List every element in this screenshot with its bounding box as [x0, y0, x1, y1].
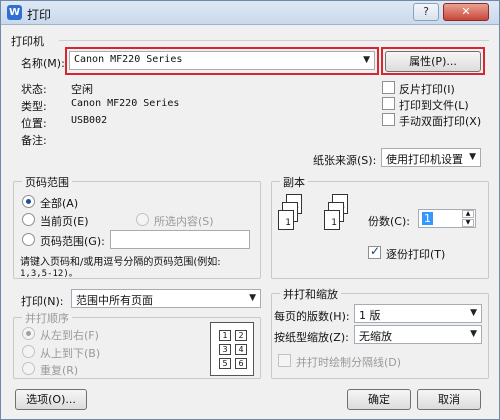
all-pages-label: 全部(A)	[40, 197, 79, 210]
location-value: USB002	[71, 115, 108, 126]
order-cell: 2	[235, 330, 247, 341]
copies-count-value: 1	[422, 212, 433, 225]
selection-radio[interactable]	[136, 213, 149, 226]
page-range-input[interactable]	[110, 230, 250, 249]
options-button[interactable]: 选项(O)...	[15, 389, 87, 410]
close-button[interactable]: ✕	[443, 3, 489, 21]
help-button[interactable]: ?	[413, 3, 439, 21]
page-range-hint-line2: 1,3,5-12)。	[20, 269, 78, 279]
manual-duplex-checkbox[interactable]	[382, 113, 395, 126]
chevron-down-icon: ▼	[469, 152, 476, 162]
zoom-title: 并打和缩放	[280, 286, 341, 302]
print-order-group: 并打顺序 从左到右(F) 从上到下(B) 重复(R) 1 2 3 4 5 6	[13, 310, 261, 379]
close-icon: ✕	[461, 5, 471, 18]
pages-per-sheet-select[interactable]: 1 版 ▼	[354, 304, 482, 323]
repeat-radio[interactable]	[22, 362, 35, 375]
copies-group: 副本 3 2 1 3 2 1 份数(C): 1 ▲ ▼ 逐份打印(T)	[271, 174, 489, 279]
reverse-print-label: 反片打印(I)	[399, 83, 455, 96]
order-cell: 6	[235, 358, 247, 369]
scale-select[interactable]: 无缩放 ▼	[354, 325, 482, 344]
print-order-preview: 1 2 3 4 5 6	[210, 322, 254, 376]
page-range-title: 页码范围	[22, 174, 72, 190]
manual-duplex-label: 手动双面打印(X)	[399, 115, 482, 128]
top-to-bottom-label: 从上到下(B)	[40, 347, 101, 360]
order-cell: 4	[235, 344, 247, 355]
order-cell: 3	[219, 344, 231, 355]
window-title: 打印	[27, 8, 52, 22]
draw-lines-checkbox[interactable]	[278, 354, 291, 367]
print-to-file-checkbox[interactable]	[382, 97, 395, 110]
selection-label: 所选内容(S)	[154, 215, 214, 228]
chevron-down-icon: ▼	[249, 293, 256, 303]
left-to-right-label: 从左到右(F)	[40, 329, 99, 342]
collate-page-icon: 1	[324, 210, 340, 230]
question-icon: ?	[423, 5, 429, 18]
paper-source-value: 使用打印机设置	[386, 153, 463, 166]
ok-button[interactable]: 确定	[347, 389, 411, 410]
status-value: 空闲	[71, 83, 93, 96]
collate-page-icon: 1	[278, 210, 294, 230]
highlight-box-properties	[381, 47, 485, 75]
spin-up-icon[interactable]: ▲	[462, 210, 474, 218]
page-range-radio[interactable]	[22, 233, 35, 246]
print-what-select[interactable]: 范围中所有页面 ▼	[71, 289, 261, 308]
comment-label: 备注:	[21, 134, 47, 147]
paper-source-select[interactable]: 使用打印机设置 ▼	[381, 148, 481, 167]
copies-count-spinner[interactable]: 1 ▲ ▼	[418, 209, 476, 228]
current-page-radio[interactable]	[22, 213, 35, 226]
all-pages-radio[interactable]	[22, 195, 35, 208]
status-label: 状态:	[21, 83, 47, 96]
chevron-down-icon: ▼	[470, 308, 477, 318]
printer-section-title: 打印机	[11, 35, 44, 48]
wps-app-icon: W	[7, 5, 22, 20]
print-to-file-label: 打印到文件(L)	[399, 99, 469, 112]
collate-label: 逐份打印(T)	[386, 248, 446, 261]
scale-label: 按纸型缩放(Z):	[274, 331, 349, 344]
copies-title: 副本	[280, 174, 308, 190]
spin-down-icon[interactable]: ▼	[462, 219, 474, 227]
printer-section-divider	[59, 40, 489, 41]
chevron-down-icon: ▼	[470, 329, 477, 339]
printer-name-label: 名称(M):	[21, 57, 65, 70]
order-cell: 1	[219, 330, 231, 341]
print-what-label: 打印(N):	[21, 295, 64, 308]
cancel-button[interactable]: 取消	[417, 389, 481, 410]
page-range-label: 页码范围(G):	[40, 235, 105, 248]
pages-per-sheet-value: 1 版	[359, 309, 381, 322]
print-dialog: W 打印 ? ✕ 打印机 名称(M): Canon MF220 Series ▼…	[0, 0, 500, 420]
scale-value: 无缩放	[359, 330, 392, 343]
copies-count-label: 份数(C):	[368, 215, 410, 228]
paper-source-label: 纸张来源(S):	[313, 154, 377, 167]
location-label: 位置:	[21, 117, 47, 130]
order-cell: 5	[219, 358, 231, 369]
top-to-bottom-radio[interactable]	[22, 345, 35, 358]
zoom-group: 并打和缩放 每页的版数(H): 1 版 ▼ 按纸型缩放(Z): 无缩放 ▼ 并打…	[271, 286, 489, 379]
collate-checkbox[interactable]	[368, 244, 381, 259]
type-value: Canon MF220 Series	[71, 98, 180, 109]
repeat-label: 重复(R)	[40, 364, 79, 377]
highlight-box-printer-name	[65, 47, 379, 75]
print-order-title: 并打顺序	[22, 310, 72, 326]
left-to-right-radio[interactable]	[22, 327, 35, 340]
type-label: 类型:	[21, 100, 47, 113]
current-page-label: 当前页(E)	[40, 215, 89, 228]
draw-lines-label: 并打时绘制分隔线(D)	[296, 356, 402, 369]
reverse-print-checkbox[interactable]	[382, 81, 395, 94]
pages-per-sheet-label: 每页的版数(H):	[274, 310, 350, 323]
page-range-group: 页码范围 全部(A) 当前页(E) 所选内容(S) 页码范围(G): 请键入页码…	[13, 174, 261, 279]
print-what-value: 范围中所有页面	[76, 294, 153, 307]
title-bar: W 打印 ? ✕	[1, 1, 499, 25]
